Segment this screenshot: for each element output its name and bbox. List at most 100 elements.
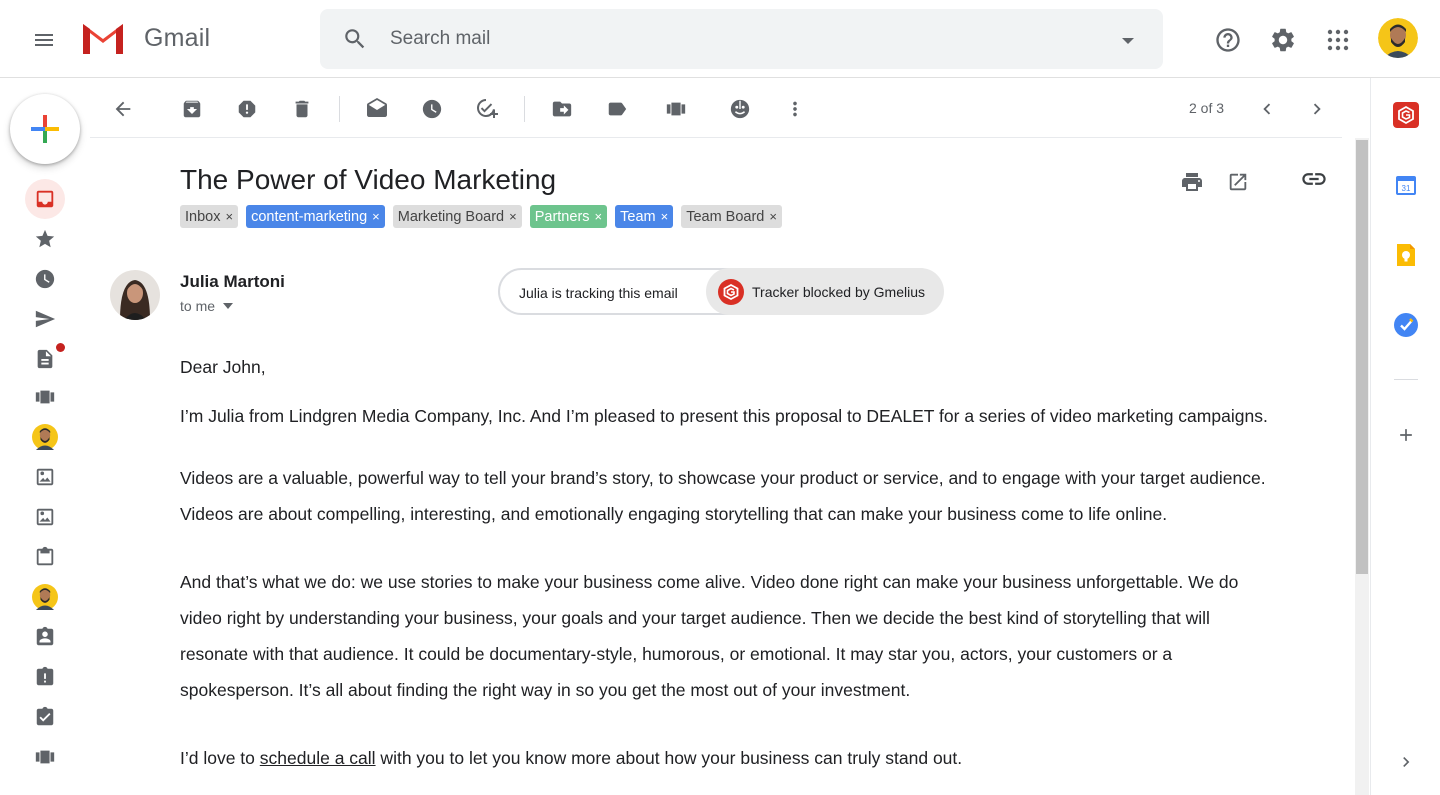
move-to-button[interactable] — [542, 89, 582, 129]
settings-button[interactable] — [1263, 20, 1303, 60]
delete-button[interactable] — [282, 89, 322, 129]
p4-text-after: with you to let you know more about how … — [375, 748, 963, 768]
label-chip-team[interactable]: Team × — [615, 205, 674, 228]
older-button[interactable] — [1297, 89, 1337, 129]
nav-board-2[interactable] — [25, 737, 65, 777]
main-menu-button[interactable] — [22, 18, 66, 62]
labels-button[interactable] — [597, 89, 637, 129]
nav-contact-avatar-1[interactable] — [25, 417, 65, 457]
label-text: Team — [620, 208, 656, 225]
label-chip-content-marketing[interactable]: content-marketing × — [246, 205, 385, 228]
email-subject: The Power of Video Marketing — [180, 164, 557, 195]
gmelius-button[interactable] — [720, 89, 760, 129]
label-chip-marketing-board[interactable]: Marketing Board × — [392, 205, 522, 228]
sender-avatar[interactable] — [110, 270, 160, 320]
image-portrait-icon — [36, 468, 54, 486]
label-chip-partners[interactable]: Partners × — [529, 205, 608, 228]
scrollbar-thumb[interactable] — [1356, 140, 1368, 574]
body-paragraph-3-line-3: resonate with that audience. It could be… — [180, 644, 1173, 664]
image-portrait-icon — [36, 508, 54, 526]
nav-inbox[interactable] — [25, 179, 65, 219]
email-labels: Inbox × content-marketing × Marketing Bo… — [180, 205, 782, 228]
toolbar-divider — [339, 96, 340, 122]
get-addons-button[interactable] — [1388, 417, 1424, 453]
newer-button[interactable] — [1247, 89, 1287, 129]
tracker-blocked-badge[interactable]: Tracker blocked by Gmelius — [706, 268, 944, 315]
clock-icon — [422, 99, 442, 119]
nav-assignment-late[interactable] — [25, 657, 65, 697]
support-button[interactable] — [1208, 20, 1248, 60]
nav-clipboard[interactable] — [25, 537, 65, 577]
snooze-button[interactable] — [412, 89, 452, 129]
compose-button[interactable] — [10, 94, 80, 164]
report-icon — [238, 100, 256, 118]
kanban-board-icon — [666, 102, 686, 116]
more-vert-icon — [793, 101, 797, 117]
search-button[interactable] — [320, 26, 390, 52]
label-text: content-marketing — [251, 208, 368, 225]
tasks-check-icon — [1394, 313, 1418, 337]
search-icon — [345, 29, 365, 49]
copy-link-button[interactable] — [1298, 163, 1330, 195]
add-to-tasks-button[interactable] — [467, 89, 507, 129]
print-icon — [1182, 173, 1202, 191]
nav-assignment[interactable] — [25, 617, 65, 657]
plus-icon — [1400, 429, 1412, 441]
recipient-details[interactable]: to me — [180, 298, 234, 314]
search-input[interactable] — [390, 28, 1090, 50]
pager-count: 2 of 3 — [1189, 100, 1225, 116]
nav-photo-2[interactable] — [25, 497, 65, 537]
body-paragraph-3-line-4: spokesperson. It’s all about finding the… — [180, 680, 911, 700]
back-button[interactable] — [103, 89, 143, 129]
remove-label-button[interactable]: × — [769, 209, 777, 224]
nav-sent[interactable] — [25, 299, 65, 339]
search-options-button[interactable] — [1121, 33, 1135, 51]
top-header: Gmail — [0, 0, 1440, 78]
remove-label-button[interactable]: × — [225, 209, 233, 224]
gmelius-addon-button[interactable] — [1388, 97, 1424, 133]
gmelius-logo-icon — [1393, 102, 1419, 128]
print-button[interactable] — [1176, 166, 1208, 198]
gmail-logo[interactable]: Gmail — [80, 20, 210, 56]
tasks-button[interactable] — [1388, 307, 1424, 343]
archive-button[interactable] — [172, 89, 212, 129]
keep-button[interactable] — [1388, 237, 1424, 273]
nav-starred[interactable] — [25, 219, 65, 259]
mark-unread-button[interactable] — [357, 89, 397, 129]
nav-contact-avatar-2[interactable] — [25, 577, 65, 617]
draft-icon — [37, 349, 53, 369]
schedule-call-link[interactable]: schedule a call — [260, 748, 376, 768]
report-spam-button[interactable] — [227, 89, 267, 129]
label-icon — [608, 102, 627, 116]
board-button[interactable] — [656, 89, 696, 129]
sender-name: Julia Martoni — [180, 272, 285, 291]
p4-text-before: I’d love to — [180, 748, 260, 768]
body-paragraph-1: I’m Julia from Lindgren Media Company, I… — [180, 406, 1268, 426]
arrow-back-icon — [115, 101, 131, 117]
help-icon — [1216, 28, 1240, 52]
remove-label-button[interactable]: × — [661, 209, 669, 224]
remove-label-button[interactable]: × — [509, 209, 517, 224]
google-apps-button[interactable] — [1318, 20, 1358, 60]
kanban-board-icon — [35, 390, 55, 404]
hide-side-panel-button[interactable] — [1388, 744, 1424, 780]
nav-drafts[interactable] — [25, 339, 65, 379]
search-bar[interactable] — [320, 9, 1163, 69]
label-chip-team-board[interactable]: Team Board × — [681, 205, 782, 228]
open-new-window-button[interactable] — [1222, 166, 1254, 198]
more-options-button[interactable] — [775, 89, 815, 129]
chevron-left-icon — [1263, 103, 1271, 115]
nav-assignment-done[interactable] — [25, 697, 65, 737]
nav-photo-1[interactable] — [25, 457, 65, 497]
link-icon — [1302, 173, 1326, 185]
gear-icon — [1272, 28, 1294, 52]
body-paragraph-4: I’d love to schedule a call with you to … — [180, 740, 962, 776]
remove-label-button[interactable]: × — [372, 209, 380, 224]
remove-label-button[interactable]: × — [595, 209, 603, 224]
nav-board[interactable] — [25, 377, 65, 417]
nav-snoozed[interactable] — [25, 259, 65, 299]
label-chip-inbox[interactable]: Inbox × — [180, 205, 239, 228]
account-avatar[interactable] — [1378, 18, 1418, 58]
calendar-button[interactable]: 31 — [1388, 167, 1424, 203]
apps-grid-icon — [1327, 29, 1349, 51]
